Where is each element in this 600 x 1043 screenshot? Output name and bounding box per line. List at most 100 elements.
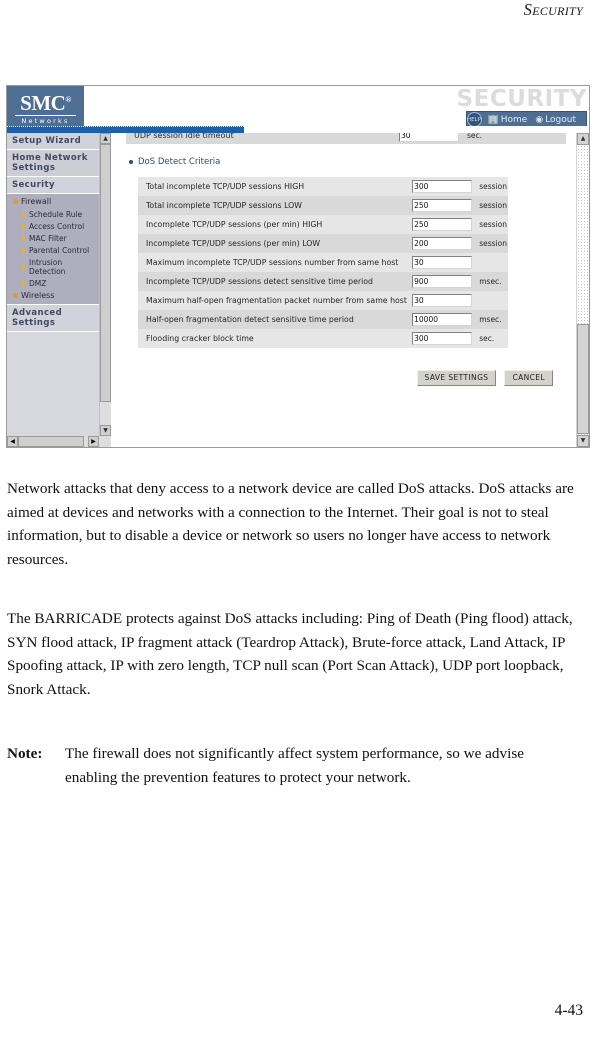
sidebar-frame: Setup Wizard Home Network Settings Secur… bbox=[7, 133, 112, 447]
row-unit: session bbox=[477, 196, 508, 215]
table-row: Total incomplete TCP/UDP sessions LOW 25… bbox=[138, 196, 508, 215]
sidebar-hscroll-thumb[interactable] bbox=[18, 436, 84, 447]
table-row: Incomplete TCP/UDP sessions (per min) HI… bbox=[138, 215, 508, 234]
scroll-down-arrow-icon[interactable]: ▼ bbox=[100, 425, 111, 436]
row-label: Incomplete TCP/UDP sessions (per min) LO… bbox=[138, 234, 411, 253]
sidebar-item-firewall[interactable]: Firewall bbox=[7, 195, 99, 208]
router-admin-screenshot: SMC® Networks SECURITY HELP 🏢 Home ◉ Log… bbox=[6, 85, 590, 448]
total-incomplete-sessions-low-input[interactable]: 250 bbox=[412, 199, 473, 212]
content-frame: UDP session idle timeout 30 sec. DoS Det… bbox=[112, 133, 589, 447]
row-value-cell: 250 bbox=[410, 215, 478, 234]
sidebar-item-mac-filter[interactable]: MAC Filter bbox=[7, 232, 99, 244]
row-unit: session bbox=[477, 177, 508, 196]
row-label: Maximum half-open fragmentation packet n… bbox=[138, 291, 411, 310]
cancel-button[interactable]: CANCEL bbox=[504, 370, 553, 386]
sidebar-vertical-scrollbar[interactable]: ▲ ▼ bbox=[99, 133, 111, 436]
udp-session-idle-timeout-input[interactable]: 30 bbox=[399, 133, 459, 142]
row-label: Total incomplete TCP/UDP sessions HIGH bbox=[138, 177, 411, 196]
table-row: Total incomplete TCP/UDP sessions HIGH 3… bbox=[138, 177, 508, 196]
triangle-bullet-icon bbox=[22, 223, 26, 229]
sidebar-item-dmz[interactable]: DMZ bbox=[7, 277, 99, 289]
bullet-icon bbox=[129, 160, 133, 164]
nav-home-button[interactable]: 🏢 Home bbox=[484, 115, 532, 125]
sidebar-item-home-network-settings[interactable]: Home Network Settings bbox=[7, 150, 99, 177]
sidebar-item-wireless-label: Wireless bbox=[21, 291, 55, 300]
section-title: DoS Detect Criteria bbox=[138, 157, 221, 167]
row-value-cell: 300 bbox=[410, 177, 478, 196]
row-value-cell: 10000 bbox=[410, 310, 478, 329]
page-number: 4-43 bbox=[554, 1002, 583, 1019]
nav-logout-label: Logout bbox=[545, 114, 576, 125]
sidebar-item-parental-control-label: Parental Control bbox=[29, 245, 90, 255]
incomplete-sessions-per-min-low-input[interactable]: 200 bbox=[412, 237, 473, 250]
sidebar-item-mac-filter-label: MAC Filter bbox=[29, 233, 67, 243]
row-value-cell: 300 bbox=[410, 329, 478, 348]
scroll-up-arrow-icon[interactable]: ▲ bbox=[100, 133, 111, 144]
row-unit: msec. bbox=[477, 272, 508, 291]
sidebar-item-schedule-rule[interactable]: Schedule Rule bbox=[7, 208, 99, 220]
sidebar-item-parental-control[interactable]: Parental Control bbox=[7, 244, 99, 256]
sidebar-item-advanced-settings[interactable]: Advanced Settings bbox=[7, 305, 99, 332]
home-icon: 🏢 bbox=[487, 114, 499, 125]
sidebar-item-intrusion-detection[interactable]: Intrusion Detection bbox=[7, 256, 99, 277]
row-unit: session bbox=[477, 215, 508, 234]
sidebar-nav: Setup Wizard Home Network Settings Secur… bbox=[7, 133, 99, 332]
content-vertical-scrollbar[interactable]: ▲ ▼ bbox=[576, 133, 589, 447]
brand-name: SMC® bbox=[20, 91, 71, 115]
row-unit bbox=[477, 253, 508, 272]
row-label: Flooding cracker block time bbox=[138, 329, 411, 348]
max-incomplete-sessions-same-host-input[interactable]: 30 bbox=[412, 256, 473, 269]
triangle-bullet-icon bbox=[22, 247, 26, 253]
triangle-bullet-icon bbox=[22, 235, 26, 241]
sidebar-item-access-control[interactable]: Access Control bbox=[7, 220, 99, 232]
registered-mark: ® bbox=[65, 95, 71, 104]
flooding-cracker-block-time-input[interactable]: 300 bbox=[412, 332, 473, 345]
sidebar-item-wireless[interactable]: Wireless bbox=[7, 289, 99, 302]
table-row: Maximum incomplete TCP/UDP sessions numb… bbox=[138, 253, 508, 272]
help-icon[interactable]: HELP bbox=[466, 112, 482, 127]
row-value-cell: 200 bbox=[410, 234, 478, 253]
row-udp-session-idle-timeout: UDP session idle timeout 30 sec. bbox=[126, 133, 566, 144]
scroll-up-arrow-icon[interactable]: ▲ bbox=[577, 133, 589, 145]
row-label: Total incomplete TCP/UDP sessions LOW bbox=[138, 196, 411, 215]
running-head: Security bbox=[523, 0, 583, 19]
sidebar-scroll-thumb[interactable] bbox=[100, 144, 111, 402]
row-value-cell: 250 bbox=[410, 196, 478, 215]
row-value-cell: 30 bbox=[399, 133, 459, 142]
paragraph-dos-definition: Network attacks that deny access to a ne… bbox=[7, 480, 574, 568]
scroll-left-arrow-icon[interactable]: ◀ bbox=[7, 436, 18, 447]
sidebar-item-setup-wizard[interactable]: Setup Wizard bbox=[7, 133, 99, 150]
sidebar-item-intrusion-detection-label: Intrusion Detection bbox=[29, 257, 66, 276]
triangle-bullet-icon bbox=[22, 211, 26, 217]
form-actions: SAVE SETTINGS CANCEL bbox=[126, 370, 566, 386]
sidebar-item-firewall-label: Firewall bbox=[21, 197, 52, 206]
max-half-open-frag-packets-input[interactable]: 30 bbox=[412, 294, 473, 307]
brand-tagline: Networks bbox=[15, 115, 76, 125]
incomplete-sessions-sensitive-period-input[interactable]: 900 bbox=[412, 275, 473, 288]
paragraph-barricade-protection: The BARRICADE protects against DoS attac… bbox=[7, 610, 573, 698]
sidebar-item-schedule-rule-label: Schedule Rule bbox=[29, 209, 83, 219]
row-value-cell: 30 bbox=[410, 291, 478, 310]
row-label: Incomplete TCP/UDP sessions detect sensi… bbox=[138, 272, 411, 291]
app-banner: SMC® Networks SECURITY HELP 🏢 Home ◉ Log… bbox=[7, 86, 589, 128]
incomplete-sessions-per-min-high-input[interactable]: 250 bbox=[412, 218, 473, 231]
scroll-down-arrow-icon[interactable]: ▼ bbox=[577, 435, 589, 447]
total-incomplete-sessions-high-input[interactable]: 300 bbox=[412, 180, 473, 193]
nav-home-label: Home bbox=[500, 114, 528, 125]
row-unit: msec. bbox=[477, 310, 508, 329]
content-scroll-thumb[interactable] bbox=[577, 324, 589, 434]
row-label: UDP session idle timeout bbox=[134, 133, 234, 140]
logout-icon: ◉ bbox=[535, 114, 544, 125]
note-label: Note: bbox=[7, 745, 43, 762]
dos-settings-form: UDP session idle timeout 30 sec. DoS Det… bbox=[126, 133, 566, 386]
square-bullet-icon bbox=[13, 199, 18, 204]
scroll-right-arrow-icon[interactable]: ▶ bbox=[88, 436, 99, 447]
sidebar-item-security[interactable]: Security bbox=[7, 177, 99, 194]
row-unit: sec. bbox=[467, 133, 483, 140]
save-settings-button[interactable]: SAVE SETTINGS bbox=[416, 370, 497, 386]
section-header-dos-detect-criteria: DoS Detect Criteria bbox=[129, 157, 566, 167]
sidebar-horizontal-scrollbar[interactable]: ◀ ▶ bbox=[7, 436, 111, 447]
nav-logout-button[interactable]: ◉ Logout bbox=[531, 115, 580, 125]
half-open-frag-sensitive-period-input[interactable]: 10000 bbox=[412, 313, 473, 326]
square-bullet-icon bbox=[13, 293, 18, 298]
